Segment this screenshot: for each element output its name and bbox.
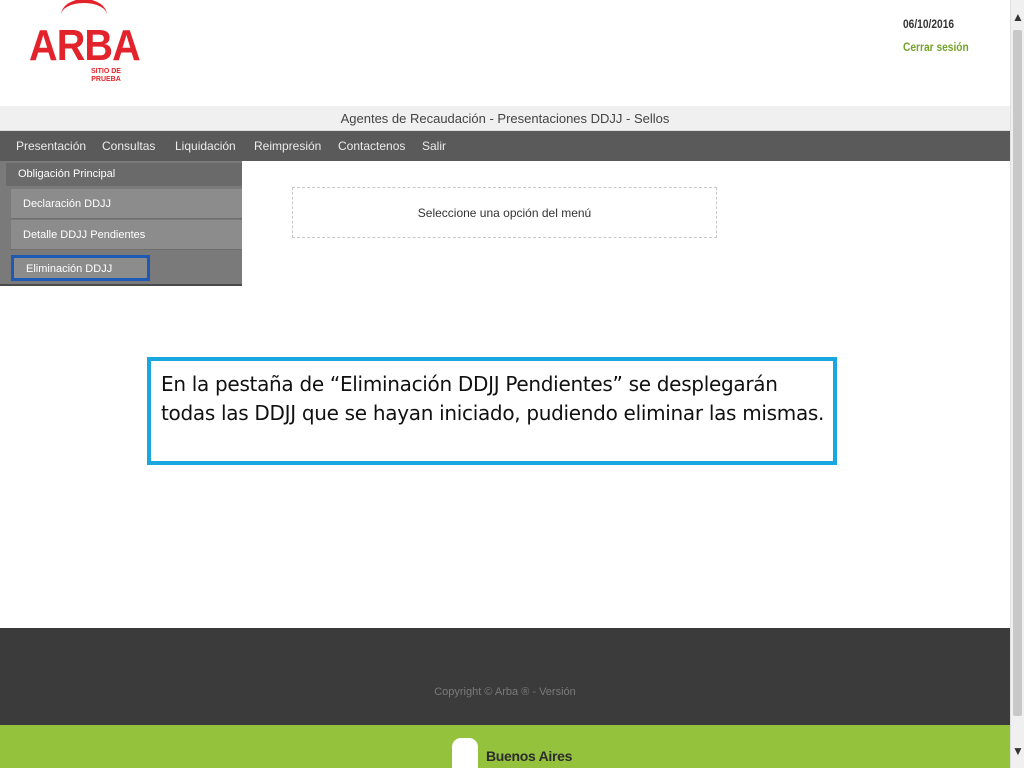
nav-item-liquidacion[interactable]: Liquidación: [175, 139, 236, 153]
presentacion-dropdown: Obligación Principal Declaración DDJJ De…: [0, 161, 242, 297]
page-title: Agentes de Recaudación - Presentaciones …: [340, 111, 670, 126]
vertical-scrollbar[interactable]: ▲ ▼: [1010, 0, 1024, 768]
logo-text: ARBA: [29, 21, 141, 70]
header: ARBA SITIO DE PRUEBA 06/10/2016 Cerrar s…: [0, 0, 1010, 106]
buenos-aires-label: Buenos Aires: [486, 748, 573, 764]
nav-item-reimpresion[interactable]: Reimpresión: [254, 139, 321, 153]
header-date: 06/10/2016: [903, 17, 955, 31]
title-bar: Agentes de Recaudación - Presentaciones …: [0, 106, 1010, 131]
menu-item-eliminacion-ddjj-pendientes[interactable]: Eliminación DDJJ Pendientes: [11, 255, 150, 297]
callout-text: En la pestaña de “Eliminación DDJJ Pendi…: [161, 372, 825, 425]
callout-box: En la pestaña de “Eliminación DDJJ Pendi…: [147, 357, 837, 465]
footer-brand-bar: Buenos Aires: [0, 725, 1010, 768]
content-message: Seleccione una opción del menú: [417, 206, 592, 220]
buenos-aires-logo: Buenos Aires: [452, 736, 582, 768]
main-nav: Presentación Consultas Liquidación Reimp…: [0, 131, 1010, 161]
scroll-down-arrow-icon[interactable]: ▼: [1011, 744, 1024, 760]
content-placeholder: Seleccione una opción del menú: [292, 187, 717, 238]
logo-subtext-label: SITIO DE PRUEBA: [91, 68, 121, 83]
nav-item-salir[interactable]: Salir: [422, 139, 446, 153]
nav-item-contactenos[interactable]: Contactenos: [338, 139, 405, 153]
footer: Copyright © Arba ® - Versión: [0, 628, 1010, 725]
nav-item-presentacion[interactable]: Presentación: [16, 139, 86, 153]
dropdown-header[interactable]: Obligación Principal: [6, 163, 242, 186]
scroll-thumb[interactable]: [1013, 30, 1022, 716]
province-shape-icon: [452, 738, 478, 768]
logo-subtext: SITIO DE PRUEBA: [87, 68, 125, 84]
menu-item-detalle-ddjj-pendientes[interactable]: Detalle DDJJ Pendientes: [11, 220, 242, 250]
copyright-text: Copyright © Arba ® - Versión: [434, 686, 576, 698]
scroll-up-arrow-icon[interactable]: ▲: [1011, 10, 1024, 26]
arba-logo[interactable]: ARBA SITIO DE PRUEBA: [29, 0, 141, 89]
menu-item-declaracion-ddjj[interactable]: Declaración DDJJ: [11, 189, 242, 219]
nav-item-consultas[interactable]: Consultas: [102, 139, 155, 153]
logout-link[interactable]: Cerrar sesión: [903, 40, 969, 54]
page: ARBA SITIO DE PRUEBA 06/10/2016 Cerrar s…: [0, 0, 1024, 768]
